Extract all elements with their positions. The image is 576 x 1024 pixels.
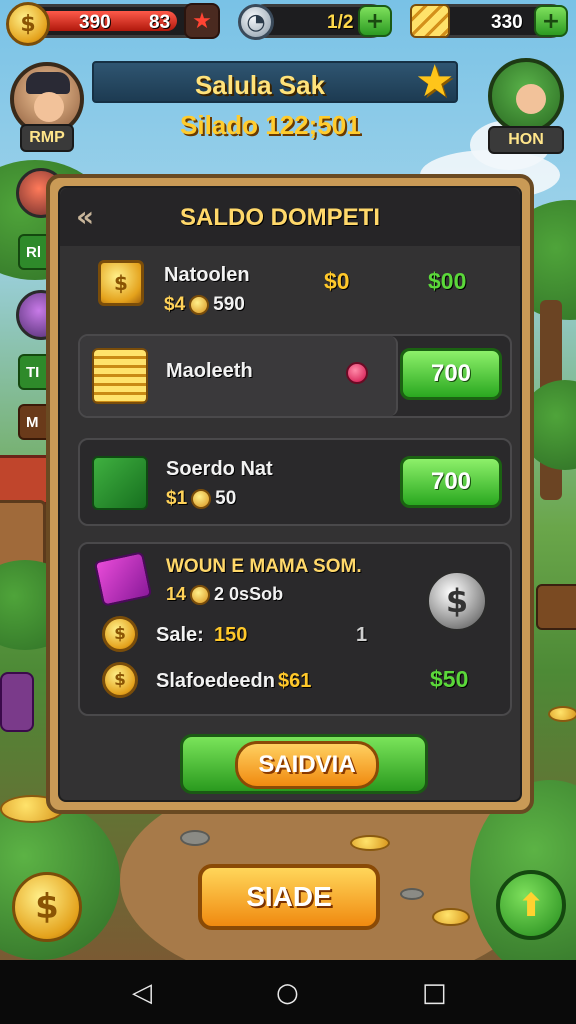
item-name: Natoolen	[164, 264, 250, 286]
system-navbar: ◁ ○ □	[0, 960, 576, 1024]
nav-recent-icon[interactable]: □	[422, 978, 447, 1008]
buy-button[interactable]: 700	[400, 348, 502, 400]
health-level: 83	[149, 12, 171, 33]
nav-back-icon[interactable]: ◁	[132, 978, 152, 1008]
health-value: 390	[79, 12, 111, 33]
sale-value: 150	[214, 624, 248, 646]
item-price-gold: $0	[324, 268, 350, 294]
summary-sub: 14 2 0sSob	[166, 584, 284, 605]
shop-tag-button[interactable]: HON	[488, 126, 564, 154]
total-price: $50	[430, 666, 469, 692]
gold-add-button[interactable]: +	[534, 5, 568, 37]
coin-pile-icon: $	[98, 260, 144, 306]
player-tag-button[interactable]: RMP	[20, 124, 74, 152]
banner-title: Salula Sak	[194, 70, 326, 100]
gold-value: 330	[491, 12, 523, 33]
main-action-button[interactable]: SIADE	[198, 864, 380, 930]
coin-icon: $	[102, 662, 138, 698]
mini-coin-icon	[189, 295, 210, 315]
dialog-panel: « SALDO DOMPETI $ Natoolen $4 590 $0 $00 …	[58, 186, 522, 802]
card-icon	[93, 551, 153, 607]
summary-title: WOUN E MAMA SOM.	[166, 556, 362, 577]
coin-stack-icon	[92, 348, 148, 404]
sale-label: Sale:	[156, 624, 204, 646]
subtitle: Silado 122;501	[180, 110, 361, 140]
clock-icon: ◔	[238, 4, 274, 40]
item-price-green: $00	[428, 268, 467, 294]
list-item[interactable]: Soerdo Nat $1 50 700	[78, 438, 512, 526]
arrow-up-icon: ⬆	[517, 886, 545, 924]
total-label: Slafoedeedn	[156, 670, 275, 692]
dialog-title: SALDO DOMPETI	[180, 204, 381, 231]
gem-icon	[346, 362, 368, 384]
list-item[interactable]: $ Natoolen $4 590 $0 $00	[78, 252, 512, 322]
banner-star-icon: ★	[415, 56, 455, 107]
item-sub: $1 50	[166, 488, 237, 509]
cash-icon	[92, 456, 148, 510]
dialog-header: « SALDO DOMPETI	[60, 188, 520, 246]
nav-home-icon[interactable]: ○	[276, 978, 299, 1008]
shop-avatar[interactable]	[488, 58, 564, 134]
timer-value: 1/2	[327, 12, 354, 33]
star-button[interactable]: ★	[184, 3, 220, 39]
item-sub: $4 590	[164, 294, 245, 315]
sale-count: 1	[356, 624, 368, 646]
coin-icon: $	[6, 2, 50, 46]
confirm-button[interactable]: SAIDVIA	[235, 741, 379, 789]
back-icon[interactable]: «	[76, 200, 94, 233]
confirm-button-frame[interactable]: SAIDVIA	[180, 734, 428, 794]
wallet-dialog: « SALDO DOMPETI $ Natoolen $4 590 $0 $00 …	[46, 174, 534, 814]
title-banner: Salula Sak	[92, 61, 458, 103]
list-item[interactable]: Maoleeth 700	[78, 334, 512, 418]
upgrade-button[interactable]: ⬆	[496, 870, 566, 940]
total-value: $61	[278, 670, 312, 692]
timer-add-button[interactable]: +	[358, 5, 392, 37]
item-name: Maoleeth	[166, 360, 253, 382]
star-icon: ★	[192, 8, 212, 34]
mini-coin-icon	[191, 489, 212, 509]
item-name: Soerdo Nat	[166, 458, 273, 480]
dollar-badge-icon: $	[426, 570, 488, 632]
buy-button[interactable]: 700	[400, 456, 502, 508]
coin-icon: $	[102, 616, 138, 652]
gold-bars-icon	[410, 4, 450, 38]
coin-shop-button[interactable]: $	[12, 872, 82, 942]
mini-coin-icon	[190, 584, 211, 605]
summary-panel: WOUN E MAMA SOM. 14 2 0sSob $ $ Sale: 150…	[78, 542, 512, 716]
